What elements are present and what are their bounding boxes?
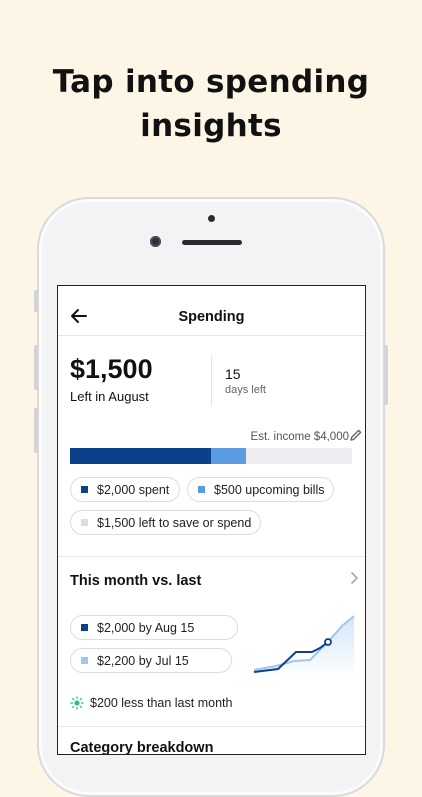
earpiece-speaker xyxy=(182,240,242,245)
left-legend-square xyxy=(81,519,88,526)
last-month-chip[interactable]: $2,200 by Jul 15 xyxy=(70,648,232,673)
last-month-legend-square xyxy=(81,657,88,664)
spent-legend-square xyxy=(81,486,88,493)
headline-line-2: insights xyxy=(140,108,282,144)
spending-trend-sparkline xyxy=(253,615,355,678)
phone-mute-switch xyxy=(34,408,38,453)
days-left-label: days left xyxy=(225,384,266,396)
this-month-chip[interactable]: $2,000 by Aug 15 xyxy=(70,615,238,640)
headline-line-1: Tap into spending xyxy=(52,64,370,100)
category-breakdown-title: Category breakdown xyxy=(70,740,214,755)
this-month-chip-label: $2,000 by Aug 15 xyxy=(97,620,195,635)
bills-legend-square xyxy=(198,486,205,493)
comparison-title: This month vs. last xyxy=(70,573,202,589)
header-divider xyxy=(58,335,365,336)
phone-volume-up xyxy=(34,290,38,312)
upcoming-bills-chip[interactable]: $500 upcoming bills xyxy=(187,477,334,502)
amount-left-label: Left in August xyxy=(70,389,149,404)
summary-divider xyxy=(211,356,212,406)
app-screen: Spending $1,500 Left in August 15 days l… xyxy=(57,285,366,755)
spent-chip-label: $2,000 spent xyxy=(97,482,170,497)
phone-volume-down xyxy=(34,345,38,390)
left-to-spend-chip[interactable]: $1,500 left to save or spend xyxy=(70,510,261,535)
estimated-income: Est. income $4,000 xyxy=(250,431,349,443)
budget-bar-spent xyxy=(70,448,211,464)
phone-power-button xyxy=(384,345,388,405)
section-divider-2 xyxy=(58,726,365,727)
pencil-icon[interactable] xyxy=(349,428,363,442)
this-month-legend-square xyxy=(81,624,88,631)
last-month-area xyxy=(254,616,354,678)
days-left-count: 15 xyxy=(225,366,241,382)
left-to-spend-chip-label: $1,500 left to save or spend xyxy=(97,515,252,530)
amount-left: $1,500 xyxy=(70,354,153,384)
proximity-sensor xyxy=(208,215,215,222)
last-month-chip-label: $2,200 by Jul 15 xyxy=(97,653,189,668)
sun-icon xyxy=(70,696,84,710)
this-month-current-point xyxy=(324,638,332,646)
spent-chip[interactable]: $2,000 spent xyxy=(70,477,180,502)
section-divider xyxy=(58,556,365,557)
upcoming-bills-chip-label: $500 upcoming bills xyxy=(214,482,325,497)
comparison-tip: $200 less than last month xyxy=(90,696,233,710)
page-title: Spending xyxy=(178,309,245,325)
chevron-right-icon[interactable] xyxy=(347,571,361,585)
budget-bar-bills xyxy=(211,448,246,464)
front-camera xyxy=(150,236,161,247)
budget-progress-bar xyxy=(70,448,352,464)
